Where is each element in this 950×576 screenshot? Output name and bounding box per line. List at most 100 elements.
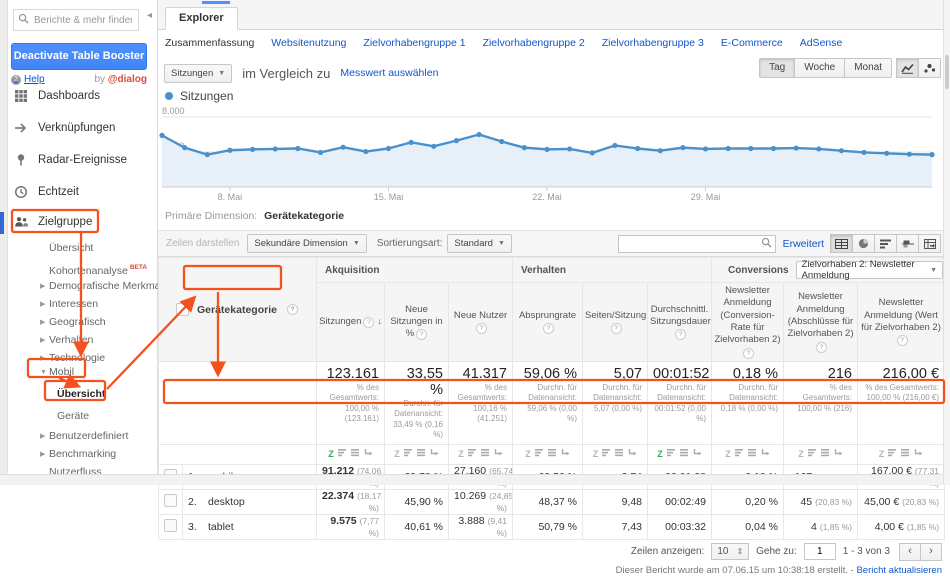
booster-flow-icon[interactable] (364, 448, 373, 460)
sidebar-item-echtzeit[interactable]: Echtzeit (0, 184, 156, 201)
subtab-e-commerce[interactable]: E-Commerce (721, 37, 783, 49)
row-checkbox[interactable] (164, 493, 177, 507)
select-metric-link[interactable]: Messwert auswählen (340, 67, 438, 79)
help-icon[interactable]: ? (363, 316, 375, 328)
sidebar-item-demografische-merkmale[interactable]: ▶ Demografische Merkmale (0, 278, 169, 295)
sidebar-search[interactable] (13, 9, 139, 31)
booster-bars-eq-icon[interactable] (901, 448, 910, 460)
booster-bars-eq-icon[interactable] (547, 448, 557, 460)
prev-page-button[interactable]: ‹ (899, 542, 921, 561)
table-search-input[interactable] (621, 237, 761, 250)
column-header-newsletter-anmeldung-abschl-sse-f-r-zielvorhaben-2-[interactable]: Newsletter Anmeldung (Abschlüsse für Zie… (783, 281, 858, 363)
booster-bars-desc-icon[interactable] (534, 448, 544, 460)
help-icon[interactable]: ? (610, 323, 622, 335)
table-view-icon[interactable] (830, 234, 853, 253)
pie-view-icon[interactable] (852, 234, 875, 253)
booster-z-icon[interactable]: Z (879, 449, 885, 459)
goal-selector-dropdown[interactable]: Zielvorhaben 2: Newsletter Anmeldung ▼ (795, 259, 944, 281)
range-button-tag[interactable]: Tag (759, 58, 796, 78)
sidebar-item-kohortenanalyse[interactable]: Kohortenanalyse BETA (0, 259, 156, 277)
sidebar-item-benchmarking[interactable]: ▶ Benchmarking (0, 446, 156, 463)
help-icon[interactable]: ? (286, 304, 298, 316)
primary-dimension-value[interactable]: Gerätekategorie (264, 210, 344, 222)
booster-z-icon[interactable]: Z (798, 449, 804, 459)
comparison-view-icon[interactable] (896, 234, 919, 253)
search-input[interactable] (32, 13, 134, 27)
sidebar-item-zielgruppe[interactable]: Zielgruppe (0, 214, 156, 231)
booster-bars-desc-icon[interactable] (734, 448, 744, 460)
column-header-durchschnittl-sitzungsdauer[interactable]: Durchschnittl. Sitzungsdauer? (647, 281, 712, 363)
booster-bars-desc-icon[interactable] (337, 448, 347, 460)
tab-explorer[interactable]: Explorer (165, 7, 238, 30)
booster-bars-eq-icon[interactable] (416, 448, 426, 460)
line-chart-icon[interactable] (896, 58, 919, 78)
sidebar-item-geografisch[interactable]: ▶ Geografisch (0, 314, 156, 331)
booster-z-icon[interactable]: Z (657, 449, 663, 459)
booster-flow-icon[interactable] (914, 448, 923, 460)
booster-flow-icon[interactable] (693, 448, 702, 460)
plot-rows-button[interactable]: Zeilen darstellen (166, 238, 239, 249)
scrollbar[interactable] (943, 0, 950, 484)
help-icon[interactable]: ? (896, 335, 908, 347)
booster-flow-icon[interactable] (628, 448, 637, 460)
sidebar-item-radar-ereignisse[interactable]: Radar-Ereignisse (0, 152, 156, 169)
booster-z-icon[interactable]: Z (725, 449, 731, 459)
category-link[interactable]: desktop (208, 496, 245, 508)
table-search[interactable] (617, 234, 776, 253)
booster-z-icon[interactable]: Z (328, 449, 334, 459)
motion-chart-icon[interactable] (918, 58, 941, 78)
sidebar-item-verhalten[interactable]: ▶ Verhalten (0, 332, 156, 349)
subtab-zielvorhabengruppe-3[interactable]: Zielvorhabengruppe 3 (602, 37, 704, 49)
booster-flow-icon[interactable] (494, 448, 503, 460)
sidebar-item-interessen[interactable]: ▶ Interessen (0, 296, 156, 313)
help-icon[interactable]: ? (476, 323, 487, 335)
subtab-adsense[interactable]: AdSense (800, 37, 843, 49)
help-icon[interactable]: ? (543, 323, 554, 335)
author-link[interactable]: @dialog (108, 74, 147, 85)
column-header-absprungrate[interactable]: Absprungrate? (512, 281, 583, 363)
booster-z-icon[interactable]: Z (394, 449, 400, 459)
sidebar-item-dashboards[interactable]: Dashboards (0, 88, 156, 105)
advanced-link[interactable]: Erweitert (783, 238, 824, 250)
booster-bars-eq-icon[interactable] (747, 448, 757, 460)
booster-flow-icon[interactable] (430, 448, 439, 460)
help-icon[interactable]: ? (816, 341, 827, 353)
refresh-report-link[interactable]: Bericht aktualisieren (856, 565, 942, 576)
booster-z-icon[interactable]: Z (525, 449, 531, 459)
select-all-checkbox[interactable] (176, 303, 189, 317)
booster-bars-desc-icon[interactable] (888, 448, 897, 460)
performance-view-icon[interactable] (874, 234, 897, 253)
booster-bars-desc-icon[interactable] (602, 448, 611, 460)
booster-bars-eq-icon[interactable] (480, 448, 490, 460)
sidebar-item-ger-te[interactable]: Geräte (0, 408, 156, 425)
booster-bars-eq-icon[interactable] (350, 448, 360, 460)
column-header-newsletter-anmeldung-wert-f-r-zielvorhaben-2-[interactable]: Newsletter Anmeldung (Wert für Zielvorha… (856, 281, 946, 363)
booster-bars-eq-icon[interactable] (679, 448, 689, 460)
deactivate-table-booster-button[interactable]: Deactivate Table Booster (11, 43, 147, 70)
column-header-sitzungen[interactable]: Sitzungen? ↓ (316, 281, 385, 363)
range-button-monat[interactable]: Monat (844, 58, 892, 78)
rows-per-page-select[interactable]: 10 ⇕ (711, 543, 750, 561)
collapse-sidebar-icon[interactable]: ◂ (147, 10, 152, 21)
booster-z-icon[interactable]: Z (458, 449, 464, 459)
scrollbar-thumb[interactable] (945, 55, 949, 89)
range-button-woche[interactable]: Woche (794, 58, 846, 78)
column-header-neue-nutzer[interactable]: Neue Nutzer? (448, 281, 513, 363)
booster-bars-desc-icon[interactable] (807, 448, 817, 460)
booster-flow-icon[interactable] (834, 448, 843, 460)
help-link[interactable]: ? Help (11, 74, 45, 85)
row-checkbox[interactable] (164, 518, 177, 532)
goto-page-input[interactable] (803, 543, 836, 561)
pivot-view-icon[interactable] (918, 234, 941, 253)
subtab-zielvorhabengruppe-1[interactable]: Zielvorhabengruppe 1 (363, 37, 465, 49)
secondary-dimension-dropdown[interactable]: Sekundäre Dimension ▼ (247, 234, 367, 253)
help-icon[interactable]: ? (416, 329, 428, 341)
column-header-neue-sitzungen-in-[interactable]: Neue Sitzungen in %? (384, 281, 449, 363)
sidebar-item--bersicht[interactable]: Übersicht (0, 240, 156, 257)
help-icon[interactable]: ? (675, 329, 686, 341)
column-header-seiten-sitzung[interactable]: Seiten/Sitzung? (582, 281, 648, 363)
category-header-cell[interactable]: Gerätekategorie? (158, 256, 317, 363)
booster-bars-desc-icon[interactable] (403, 448, 413, 460)
category-link[interactable]: tablet (208, 521, 234, 533)
booster-bars-eq-icon[interactable] (615, 448, 624, 460)
